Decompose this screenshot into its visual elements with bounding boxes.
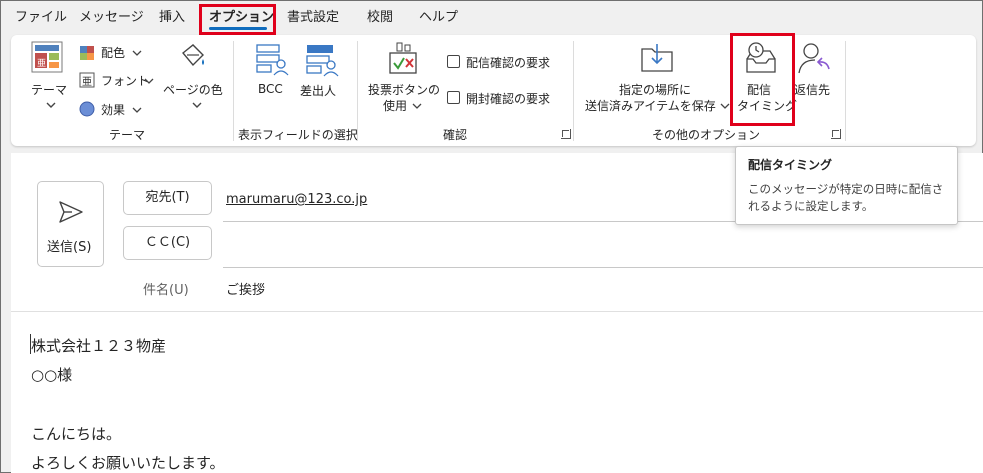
- body-line-5: よろしくお願いいたします。: [31, 454, 225, 472]
- to-button[interactable]: 宛先(T): [123, 181, 212, 215]
- read-receipt-label: 開封確認の要求: [466, 92, 551, 106]
- reply-to-icon: [798, 43, 830, 74]
- ribbon-tab-bar: ファイル メッセージ 挿入 オプション 書式設定 校閲 ヘルプ: [1, 1, 982, 34]
- outlook-compose-window: ファイル メッセージ 挿入 オプション 書式設定 校閲 ヘルプ 亜 テーマ 配色…: [0, 0, 983, 473]
- group-divider: [573, 41, 574, 141]
- message-body[interactable]: 株式会社１２３物産 ○○様 こんにちは。 よろしくお願いいたします。: [11, 313, 983, 473]
- from-field-icon: [306, 45, 339, 77]
- from-label: 差出人: [300, 84, 337, 98]
- paint-bucket-icon: [182, 44, 204, 67]
- ribbon: 亜 テーマ 配色 亜 フォント 効果 ページの色 テーマ BCC 差出人 表示フ…: [11, 35, 976, 146]
- theme-icon: 亜: [31, 41, 63, 73]
- group-divider: [845, 41, 846, 141]
- effects-label: 効果: [101, 103, 126, 117]
- highlight-box-delay-delivery: [730, 33, 795, 126]
- theme-group-label: テーマ: [109, 128, 146, 142]
- delivery-receipt-checkbox-box[interactable]: [447, 55, 460, 68]
- bcc-label: BCC: [258, 82, 283, 96]
- read-receipt-checkbox-box[interactable]: [447, 91, 460, 104]
- show-fields-group-label: 表示フィールドの選択: [238, 128, 358, 142]
- tracking-dialog-launcher[interactable]: [561, 129, 571, 139]
- group-divider: [357, 41, 358, 141]
- send-icon: [59, 201, 83, 223]
- highlight-box-options-tab: [199, 4, 276, 35]
- svg-text:亜: 亜: [37, 58, 46, 69]
- cc-button[interactable]: ＣＣ(C): [123, 226, 212, 260]
- more-options-group-label: その他のオプション: [652, 128, 761, 142]
- fonts-label: フォント: [101, 74, 150, 88]
- group-divider: [233, 41, 234, 141]
- tab-message[interactable]: メッセージ: [79, 7, 144, 29]
- chevron-down-icon: [144, 78, 154, 84]
- send-button[interactable]: 送信(S): [37, 181, 104, 267]
- send-label: 送信(S): [47, 240, 92, 255]
- page-color-label: ページの色: [163, 83, 223, 97]
- tooltip-title: 配信タイミング: [748, 158, 833, 172]
- tab-review[interactable]: 校閲: [367, 7, 393, 29]
- delivery-receipt-label: 配信確認の要求: [466, 56, 551, 70]
- voting-label-line1: 投票ボタンの: [368, 83, 441, 97]
- to-recipient[interactable]: marumaru@123.co.jp: [226, 192, 367, 207]
- more-options-dialog-launcher[interactable]: [831, 129, 841, 139]
- folder-save-icon: [641, 44, 673, 72]
- subject-input[interactable]: ご挨拶: [226, 279, 265, 298]
- tab-format-text[interactable]: 書式設定: [287, 7, 339, 29]
- chevron-down-icon: [412, 103, 422, 109]
- chevron-down-icon: [132, 50, 142, 56]
- reply-to-label: 返信先: [794, 83, 831, 97]
- font-icon: 亜: [79, 72, 95, 88]
- voting-icon: [389, 42, 417, 74]
- voting-label-line2: 使用: [383, 99, 408, 113]
- cc-input[interactable]: [223, 226, 983, 266]
- tab-help[interactable]: ヘルプ: [419, 7, 458, 29]
- chevron-down-icon: [192, 102, 202, 108]
- effects-icon: [79, 101, 95, 117]
- svg-text:亜: 亜: [82, 77, 92, 88]
- color-palette-icon: [80, 46, 94, 60]
- tab-insert[interactable]: 挿入: [159, 7, 185, 29]
- cc-field-underline: [223, 267, 983, 268]
- delay-delivery-tooltip: 配信タイミング このメッセージが特定の日時に配信されるように設定します。: [735, 146, 958, 225]
- body-line-2: ○○様: [31, 366, 73, 384]
- subject-label: 件名(U): [143, 283, 189, 298]
- colors-label: 配色: [101, 46, 126, 60]
- tooltip-body: このメッセージが特定の日時に配信されるように設定します。: [748, 182, 944, 213]
- tab-file[interactable]: ファイル: [15, 7, 67, 29]
- tracking-group-label: 確認: [443, 128, 468, 142]
- bcc-icon: [256, 44, 289, 76]
- chevron-down-icon: [46, 102, 56, 108]
- chevron-down-icon: [132, 107, 142, 113]
- subject-field-underline: [11, 311, 983, 312]
- body-line-4: こんにちは。: [31, 425, 122, 443]
- save-sent-label-line1: 指定の場所に: [619, 83, 692, 97]
- save-sent-label-line2: 送信済みアイテムを保存: [585, 99, 716, 113]
- body-line-1: 株式会社１２３物産: [31, 337, 167, 355]
- theme-button-label: テーマ: [31, 83, 68, 97]
